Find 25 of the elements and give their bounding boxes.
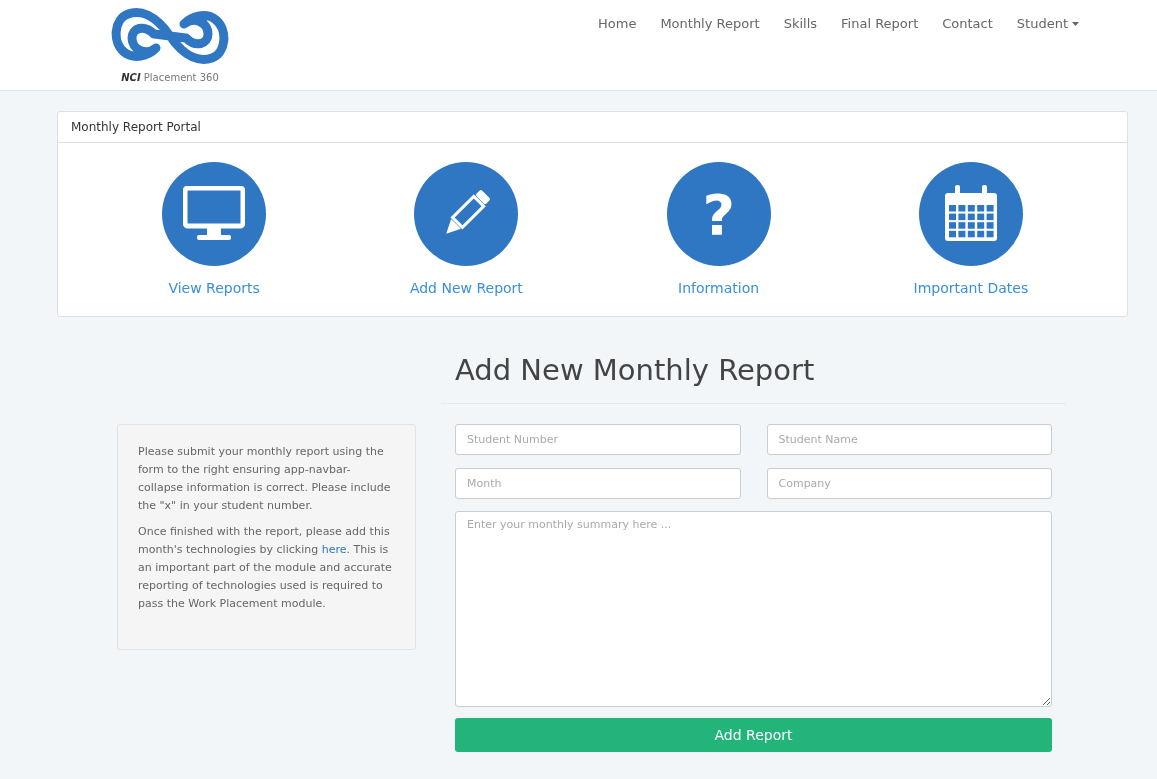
question-icon: ?	[666, 162, 771, 266]
input-field[interactable]: Student Number	[455, 424, 741, 455]
input-field[interactable]: Company	[766, 468, 1052, 499]
caret-icon	[1072, 21, 1079, 26]
action-link[interactable]: Information	[678, 280, 760, 296]
summary-field[interactable]: Enter your monthly summary here ...	[455, 511, 1052, 707]
action-link[interactable]: View Reports	[168, 280, 260, 296]
calendar-icon	[942, 185, 999, 243]
brand-name: NCI Placement 360	[121, 72, 219, 83]
panel-title: Monthly Report Portal	[58, 112, 1127, 143]
logo-icon	[110, 6, 230, 66]
action-link[interactable]: Add New Report	[409, 280, 523, 296]
nav-link[interactable]: Student	[1016, 16, 1079, 31]
nav-link[interactable]: Skills	[783, 16, 818, 31]
form-heading: Add New Monthly Report	[441, 353, 1066, 404]
nav-link[interactable]: Monthly Report	[660, 16, 760, 31]
input-field[interactable]: Student Name	[766, 424, 1052, 455]
nav-link[interactable]: Home	[598, 16, 637, 31]
nav-link[interactable]: Final Report	[841, 16, 919, 31]
input-field[interactable]: Month	[455, 468, 741, 499]
info-text: Once finished with the report, please add this month's technologies by clicking here. This is an important part of the module and accurate reporting of technologies used is required to pass the Work Placement module.	[138, 524, 393, 612]
action-link[interactable]: Important Dates	[913, 280, 1029, 296]
nav-link[interactable]: Contact	[942, 16, 993, 31]
info-text: Please submit your monthly report using the form to the right ensuring app-navbar-collapse information is correct. Please include the "x" in your student number.	[138, 444, 392, 514]
monitor-icon	[183, 186, 246, 242]
